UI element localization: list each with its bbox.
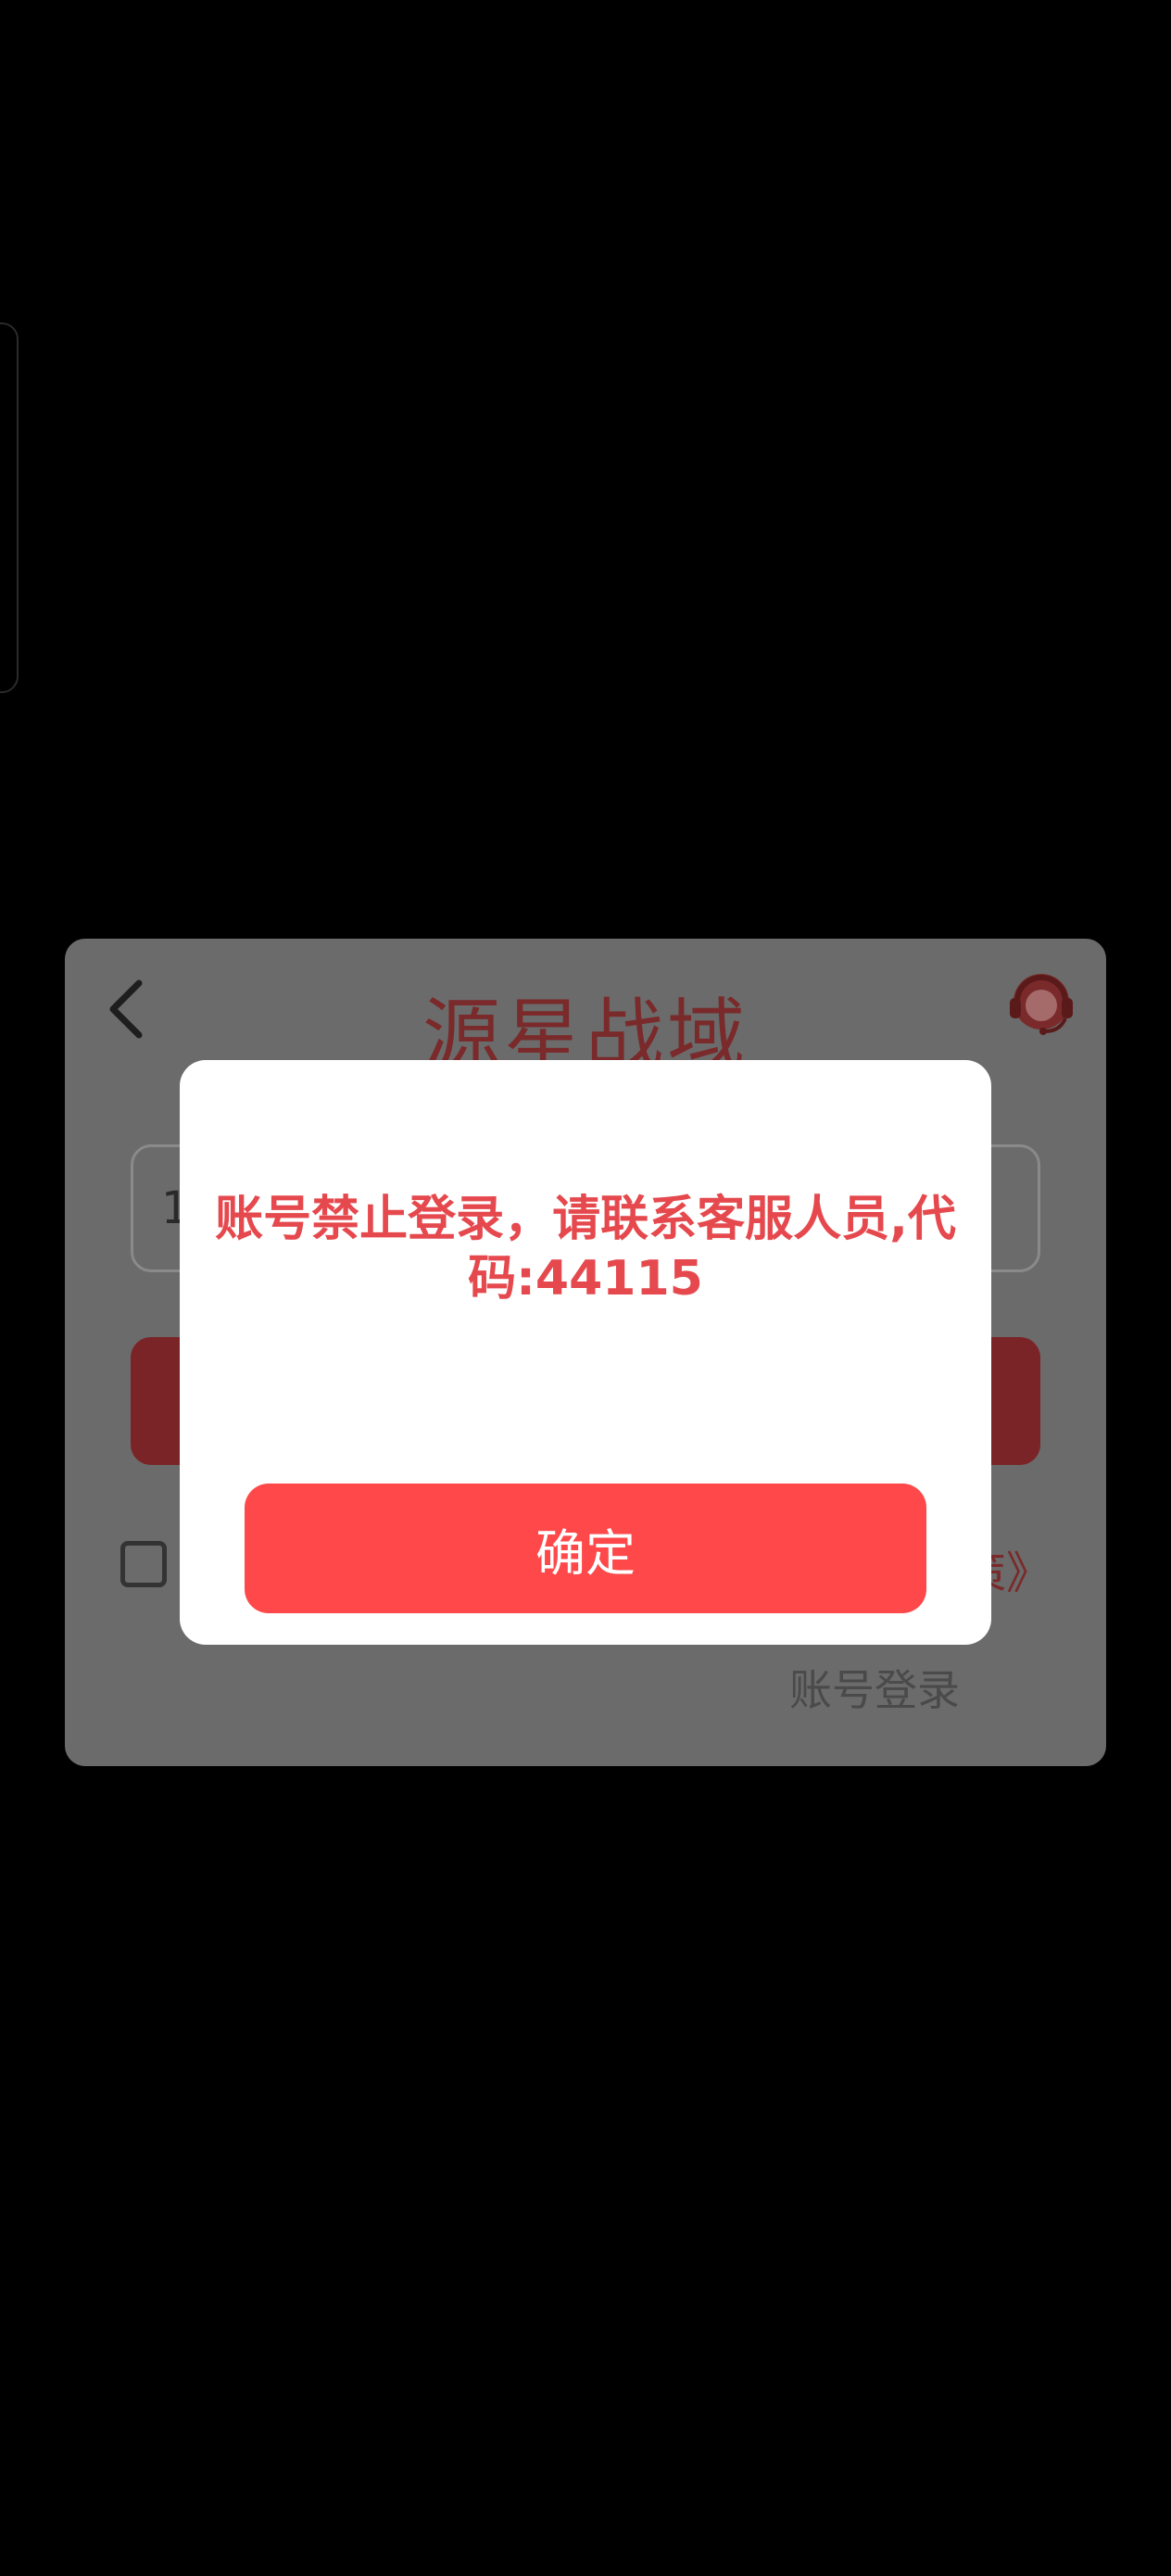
edge-floating-tab[interactable]	[0, 322, 19, 693]
agreement-checkbox[interactable]	[120, 1541, 167, 1587]
screen: 源星战域 1 策》 账号登录 账号禁止登录，请联系客服人员,代码:44115 确…	[0, 0, 1171, 2576]
dialog-message: 账号禁止登录，请联系客服人员,代码:44115	[215, 1192, 956, 1307]
alert-dialog: 账号禁止登录，请联系客服人员,代码:44115 确定	[180, 1060, 991, 1645]
account-login-link[interactable]: 账号登录	[789, 1657, 960, 1718]
confirm-button[interactable]: 确定	[245, 1484, 926, 1613]
